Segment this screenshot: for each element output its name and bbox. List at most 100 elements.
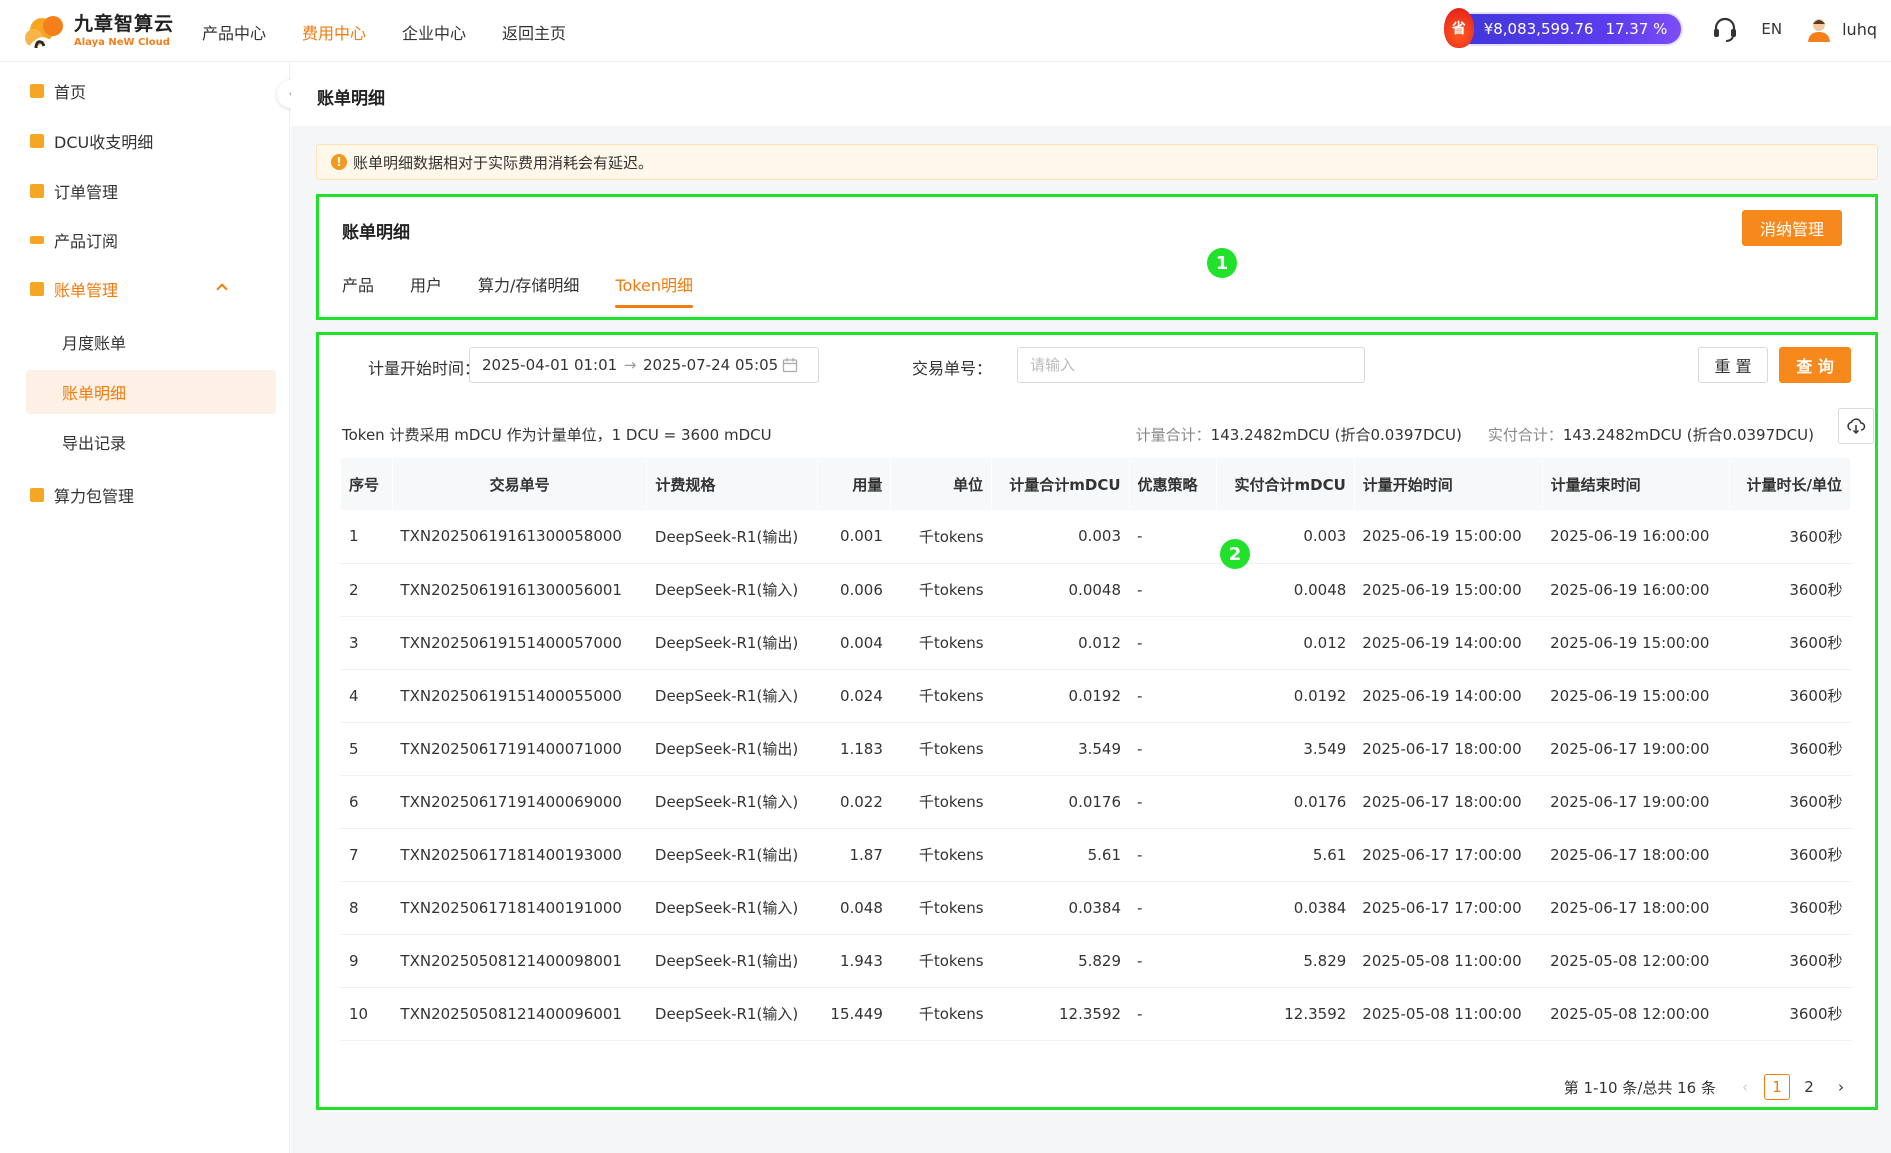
balance-amount: ¥8,083,599.76 — [1483, 20, 1594, 38]
cell-duration: 3600秒 — [1729, 563, 1851, 617]
cell-metered: 3.549 — [991, 722, 1130, 776]
billing-unit-info: Token 计费采用 mDCU 作为计量单位，1 DCU = 3600 mDCU — [342, 426, 772, 444]
start-time-label: 计量开始时间： — [368, 359, 481, 378]
cell-unit: 千tokens — [890, 934, 992, 988]
table-row: 3 TXN20250619151400057000 DeepSeek-R1(输出) 0… — [341, 616, 1851, 670]
cell-discount: - — [1129, 616, 1217, 670]
cell-metered: 0.0384 — [991, 881, 1130, 935]
table-row: 5 TXN20250617191400071000 DeepSeek-R1(输出) 1… — [341, 722, 1851, 776]
range-start[interactable]: 2025-04-01 01:01:0 — [482, 356, 617, 374]
table-row: 4 TXN20250619151400055000 DeepSeek-R1(输入) 0… — [341, 669, 1851, 723]
table-header-row: 序号 交易单号 计费规格 用量 单位 计量合计mDCU 优惠策略 实付合计mDC… — [341, 458, 1851, 510]
token-detail-table: 序号 交易单号 计费规格 用量 单位 计量合计mDCU 优惠策略 实付合计mDC… — [341, 458, 1851, 1041]
txn-input[interactable] — [1017, 347, 1365, 383]
tab-product[interactable]: 产品 — [342, 272, 374, 308]
brand-logo[interactable]: 九章智算云 Alaya NeW Cloud — [22, 10, 174, 52]
cell-txn: TXN20250508121400096001 — [392, 987, 647, 1041]
sidebar-item-orders[interactable]: 订单管理 — [30, 176, 118, 206]
ledger-icon — [30, 134, 44, 148]
cell-end: 2025-06-19 16:00:00 — [1542, 510, 1730, 564]
tab-compute-storage[interactable]: 算力/存储明细 — [478, 272, 579, 308]
page-1[interactable]: 1 — [1764, 1074, 1790, 1100]
col-header-start: 计量开始时间 — [1354, 458, 1543, 510]
cell-discount: - — [1129, 934, 1217, 988]
cell-index: 4 — [341, 669, 393, 723]
cell-txn: TXN20250619151400057000 — [392, 616, 647, 670]
avatar-icon[interactable] — [1806, 16, 1832, 42]
cell-metered: 0.0176 — [991, 775, 1130, 829]
cell-discount: - — [1129, 775, 1217, 829]
cell-discount: - — [1129, 987, 1217, 1041]
nav-back-home[interactable]: 返回主页 — [502, 20, 566, 44]
nav-enterprise-center[interactable]: 企业中心 — [402, 20, 466, 44]
cell-metered: 0.0048 — [991, 563, 1130, 617]
cell-spec: DeepSeek-R1(输出) — [646, 828, 818, 882]
cell-index: 3 — [341, 616, 393, 670]
sidebar-sub-bill-detail[interactable]: 账单明细 — [26, 370, 276, 414]
nav-product-center[interactable]: 产品中心 — [202, 20, 266, 44]
cell-paid: 0.0048 — [1216, 563, 1355, 617]
cell-start: 2025-05-08 11:00:00 — [1354, 934, 1543, 988]
prev-page-chevron-left-icon[interactable]: ‹ — [1732, 1074, 1758, 1100]
cell-start: 2025-06-17 17:00:00 — [1354, 881, 1543, 935]
cell-duration: 3600秒 — [1729, 881, 1851, 935]
tab-user[interactable]: 用户 — [410, 272, 442, 308]
sidebar-item-dcu-ledger[interactable]: DCU收支明细 — [30, 126, 153, 156]
sidebar-sub-export-records[interactable]: 导出记录 — [26, 420, 276, 464]
sidebar: 首页 DCU收支明细 订单管理 产品订阅 账单管理 月度账单 账单明细 导出记录… — [0, 62, 290, 1153]
cell-end: 2025-06-17 18:00:00 — [1542, 828, 1730, 882]
cell-metered: 0.003 — [991, 510, 1130, 564]
range-end[interactable]: 2025-07-24 05:05:0 — [643, 356, 778, 374]
user-name[interactable]: luhq — [1842, 20, 1877, 39]
cell-paid: 0.0384 — [1216, 881, 1355, 935]
sidebar-item-compute-packages[interactable]: 算力包管理 — [30, 480, 134, 510]
cell-duration: 3600秒 — [1729, 828, 1851, 882]
sidebar-item-label: 产品订阅 — [54, 232, 119, 251]
cell-end: 2025-06-17 19:00:00 — [1542, 775, 1730, 829]
txn-label: 交易单号： — [912, 359, 993, 378]
balance-percent: 17.37 % — [1605, 20, 1668, 38]
cell-start: 2025-05-08 11:00:00 — [1354, 987, 1543, 1041]
cell-unit: 千tokens — [890, 987, 992, 1041]
col-header-duration: 计量时长/单位 — [1729, 458, 1851, 510]
cell-txn: TXN20250508121400098001 — [392, 934, 647, 988]
download-button[interactable] — [1838, 408, 1874, 444]
cell-usage: 0.006 — [817, 563, 891, 617]
cell-txn: TXN20250617191400071000 — [392, 722, 647, 776]
language-toggle[interactable]: EN — [1761, 20, 1782, 38]
cell-start: 2025-06-19 14:00:00 — [1354, 669, 1543, 723]
page-2[interactable]: 2 — [1796, 1074, 1822, 1100]
sidebar-item-subscriptions[interactable]: 产品订阅 — [30, 225, 118, 255]
query-button[interactable]: 查 询 — [1779, 347, 1851, 383]
sidebar-item-label: DCU收支明细 — [54, 133, 154, 152]
cell-unit: 千tokens — [890, 881, 992, 935]
order-icon — [30, 184, 44, 198]
chevron-up-icon — [216, 283, 228, 295]
package-icon — [30, 488, 44, 502]
cell-index: 6 — [341, 775, 393, 829]
table-row: 10 TXN20250508121400096001 DeepSeek-R1(输入)… — [341, 987, 1851, 1041]
tab-token-detail[interactable]: Token明细 — [615, 272, 693, 308]
cell-duration: 3600秒 — [1729, 987, 1851, 1041]
col-header-paid: 实付合计mDCU — [1216, 458, 1355, 510]
cell-txn: TXN20250617191400069000 — [392, 775, 647, 829]
cell-end: 2025-06-17 19:00:00 — [1542, 722, 1730, 776]
sidebar-sub-monthly-bill[interactable]: 月度账单 — [26, 320, 276, 364]
cell-start: 2025-06-17 17:00:00 — [1354, 828, 1543, 882]
nav-billing-center[interactable]: 费用中心 — [302, 20, 366, 44]
sidebar-item-home[interactable]: 首页 — [30, 76, 86, 106]
headset-icon[interactable] — [1711, 15, 1739, 43]
sidebar-item-bill-management[interactable]: 账单管理 — [30, 274, 260, 304]
cell-txn: TXN20250619161300058000 — [392, 510, 647, 564]
next-page-chevron-right-icon[interactable]: › — [1828, 1074, 1854, 1100]
cloud-download-icon — [1847, 418, 1866, 435]
cell-end: 2025-06-19 15:00:00 — [1542, 669, 1730, 723]
reset-button[interactable]: 重 置 — [1698, 347, 1768, 383]
bill-tabs: 产品 用户 算力/存储明细 Token明细 — [342, 272, 729, 308]
bill-header-card: 账单明细 消纳管理 产品 用户 算力/存储明细 Token明细 — [316, 194, 1878, 314]
cell-unit: 千tokens — [890, 828, 992, 882]
balance-pill[interactable]: 省 ¥8,083,599.76 17.37 % — [1443, 8, 1684, 48]
consumption-management-button[interactable]: 消纳管理 — [1742, 210, 1842, 246]
cell-discount: - — [1129, 669, 1217, 723]
date-range-picker[interactable]: 2025-04-01 01:01:0 → 2025-07-24 05:05:0 — [469, 347, 819, 383]
